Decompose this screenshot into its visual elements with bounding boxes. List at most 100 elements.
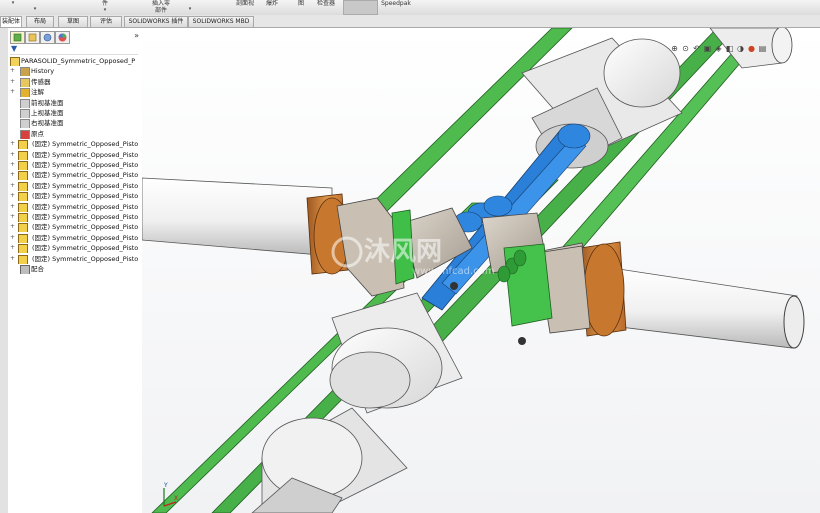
command-ribbon: ▾ ▾ 件 ▾ 插入零 部件 ▾ 剖面视 爆炸 图 检查器 Speedpak xyxy=(0,0,820,16)
expand-icon[interactable]: + xyxy=(10,191,15,201)
tree-item[interactable]: + 注解 xyxy=(10,87,142,98)
expand-icon[interactable]: + xyxy=(10,139,15,149)
ribbon-arrow-2[interactable]: ▾ xyxy=(185,0,195,15)
tree-root[interactable]: PARASOLID_Symmetric_Opposed_P xyxy=(10,56,142,66)
tree-item[interactable]: + History xyxy=(10,66,142,77)
expand-icon[interactable]: + xyxy=(10,254,15,264)
tree-item-component[interactable]: + (固定) Symmetric_Opposed_Pisto xyxy=(10,202,142,212)
expand-icon[interactable]: + xyxy=(10,202,15,212)
display-manager-icon xyxy=(58,33,67,42)
ribbon-button-section[interactable]: 剖面视 xyxy=(234,0,256,15)
tree-item-component[interactable]: + (固定) Symmetric_Opposed_Pisto xyxy=(10,181,142,191)
tree-item-label: (固定) Symmetric_Opposed_Pisto xyxy=(32,192,139,201)
hide-show-icon[interactable]: ◑ xyxy=(736,44,745,53)
tree-root-label: PARASOLID_Symmetric_Opposed_P xyxy=(21,57,136,65)
expand-icon[interactable]: + xyxy=(10,160,15,170)
expand-chevrons-icon[interactable]: » xyxy=(134,31,139,40)
tree-item-mates[interactable]: 配合 xyxy=(10,264,142,274)
command-manager-tabs: 装配体 布局 草图 评估 SOLIDWORKS 插件 SOLIDWORKS MB… xyxy=(0,15,820,28)
tree-item-label: (固定) Symmetric_Opposed_Pisto xyxy=(32,140,139,149)
part-icon xyxy=(18,140,28,150)
tree-item-label: 原点 xyxy=(31,129,44,138)
tree-item-label: (固定) Symmetric_Opposed_Pisto xyxy=(32,150,139,159)
tab-sketch[interactable]: 草图 xyxy=(58,16,88,27)
expand-icon[interactable]: + xyxy=(10,233,15,243)
tree-item[interactable]: 前视基准面 xyxy=(10,98,142,108)
appearance-icon[interactable]: ● xyxy=(747,44,756,53)
tab-mbd[interactable]: SOLIDWORKS MBD xyxy=(188,16,254,27)
tree-item-label: History xyxy=(31,67,55,76)
view-orientation-icon[interactable]: ◈ xyxy=(714,44,723,53)
display-style-icon[interactable]: ◧ xyxy=(725,44,734,53)
tree-item-label: 前视基准面 xyxy=(31,98,64,107)
ribbon-button-view[interactable]: 图 xyxy=(296,0,306,15)
ribbon-button-speedpak[interactable]: Speedpak xyxy=(380,0,412,15)
expand-icon[interactable]: + xyxy=(10,66,15,76)
zoom-area-icon[interactable]: ⊙ xyxy=(681,44,690,53)
origin-icon xyxy=(20,129,30,139)
tree-item-component[interactable]: + (固定) Symmetric_Opposed_Pisto xyxy=(10,212,142,222)
tree-item[interactable]: 右视基准面 xyxy=(10,118,142,129)
tab-assembly[interactable]: 装配体 xyxy=(0,16,22,27)
expand-icon[interactable]: + xyxy=(10,181,15,191)
ribbon-button-explode[interactable]: 爆炸 xyxy=(264,0,280,15)
history-icon xyxy=(20,67,30,77)
property-tab-icon[interactable] xyxy=(25,31,40,44)
expand-icon[interactable]: + xyxy=(10,243,15,253)
config-tab-icon[interactable] xyxy=(40,31,55,44)
expand-icon[interactable]: + xyxy=(10,170,15,180)
tree-item-component[interactable]: + (固定) Symmetric_Opposed_Pisto xyxy=(10,139,142,150)
tree-item-component[interactable]: + (固定) Symmetric_Opposed_Pisto xyxy=(10,160,142,170)
expand-icon[interactable]: + xyxy=(10,212,15,222)
tree-item-label: (固定) Symmetric_Opposed_Pisto xyxy=(32,161,139,169)
tree-item-component[interactable]: + (固定) Symmetric_Opposed_Pisto xyxy=(10,170,142,181)
previous-view-icon[interactable]: ↶ xyxy=(692,44,701,53)
part-icon xyxy=(18,244,28,254)
plane-icon xyxy=(20,119,30,129)
feature-tree-icon xyxy=(13,33,22,42)
tree-item-component[interactable]: + (固定) Symmetric_Opposed_Pisto xyxy=(10,222,142,233)
tree-item-label: 传感器 xyxy=(31,77,51,86)
graphics-area[interactable]: 沐风网 www.mfcad.com Y X ⊕ ⊙ ↶ ▣ ◈ ◧ ◑ ● ▤ xyxy=(142,28,820,513)
expand-icon[interactable]: + xyxy=(10,150,15,160)
tree-item-component[interactable]: + (固定) Symmetric_Opposed_Pisto xyxy=(10,233,142,243)
filter-icon[interactable]: ▼ xyxy=(11,44,17,53)
ribbon-blank-button[interactable] xyxy=(343,0,378,15)
ribbon-button-1[interactable]: ▾ xyxy=(2,0,24,15)
expand-icon[interactable]: + xyxy=(10,222,15,232)
part-icon xyxy=(18,192,28,202)
tree-item-component[interactable]: + (固定) Symmetric_Opposed_Pisto xyxy=(10,150,142,160)
feature-tree-tab-icon[interactable] xyxy=(10,31,25,44)
zoom-to-fit-icon[interactable]: ⊕ xyxy=(670,44,679,53)
ribbon-button-parts[interactable]: 件 ▾ xyxy=(98,0,112,15)
tree-item-label: (固定) Symmetric_Opposed_Pisto xyxy=(32,233,139,242)
tree-item[interactable]: 上视基准面 xyxy=(10,108,142,118)
ribbon-arrow-1[interactable]: ▾ xyxy=(30,0,40,15)
tab-evaluate[interactable]: 评估 xyxy=(90,16,122,27)
tree-item-component[interactable]: + (固定) Symmetric_Opposed_Pisto xyxy=(10,254,142,264)
tab-label: SOLIDWORKS MBD xyxy=(192,18,250,25)
ribbon-sublabel: 部件 xyxy=(154,7,167,14)
ribbon-button-insert[interactable]: 插入零 部件 xyxy=(146,0,176,15)
tree-item-component[interactable]: + (固定) Symmetric_Opposed_Pisto xyxy=(10,191,142,202)
scene-icon[interactable]: ▤ xyxy=(758,44,767,53)
ribbon-label: 图 xyxy=(297,0,304,7)
ribbon-button-inspector[interactable]: 检查器 xyxy=(314,0,338,15)
tree-item[interactable]: 原点 xyxy=(10,129,142,139)
expand-icon[interactable]: + xyxy=(10,77,15,87)
tree-item-label: (固定) Symmetric_Opposed_Pisto xyxy=(32,213,139,221)
tab-layout[interactable]: 布局 xyxy=(26,16,54,27)
ribbon-label: 件 xyxy=(101,0,108,7)
expand-icon[interactable]: + xyxy=(10,87,15,97)
tree-item-label: 配合 xyxy=(31,265,44,273)
ribbon-label: Speedpak xyxy=(381,0,411,7)
mates-icon xyxy=(20,265,30,274)
tree-item[interactable]: + 传感器 xyxy=(10,77,142,87)
tree-item-label: (固定) Symmetric_Opposed_Pisto xyxy=(32,223,139,232)
display-tab-icon[interactable] xyxy=(55,31,70,44)
configuration-manager-icon xyxy=(43,33,52,42)
section-view-icon[interactable]: ▣ xyxy=(703,44,712,53)
tab-addins[interactable]: SOLIDWORKS 插件 xyxy=(124,16,188,27)
tree-item-component[interactable]: + (固定) Symmetric_Opposed_Pisto xyxy=(10,243,142,254)
triad-x-label: X xyxy=(174,495,178,502)
